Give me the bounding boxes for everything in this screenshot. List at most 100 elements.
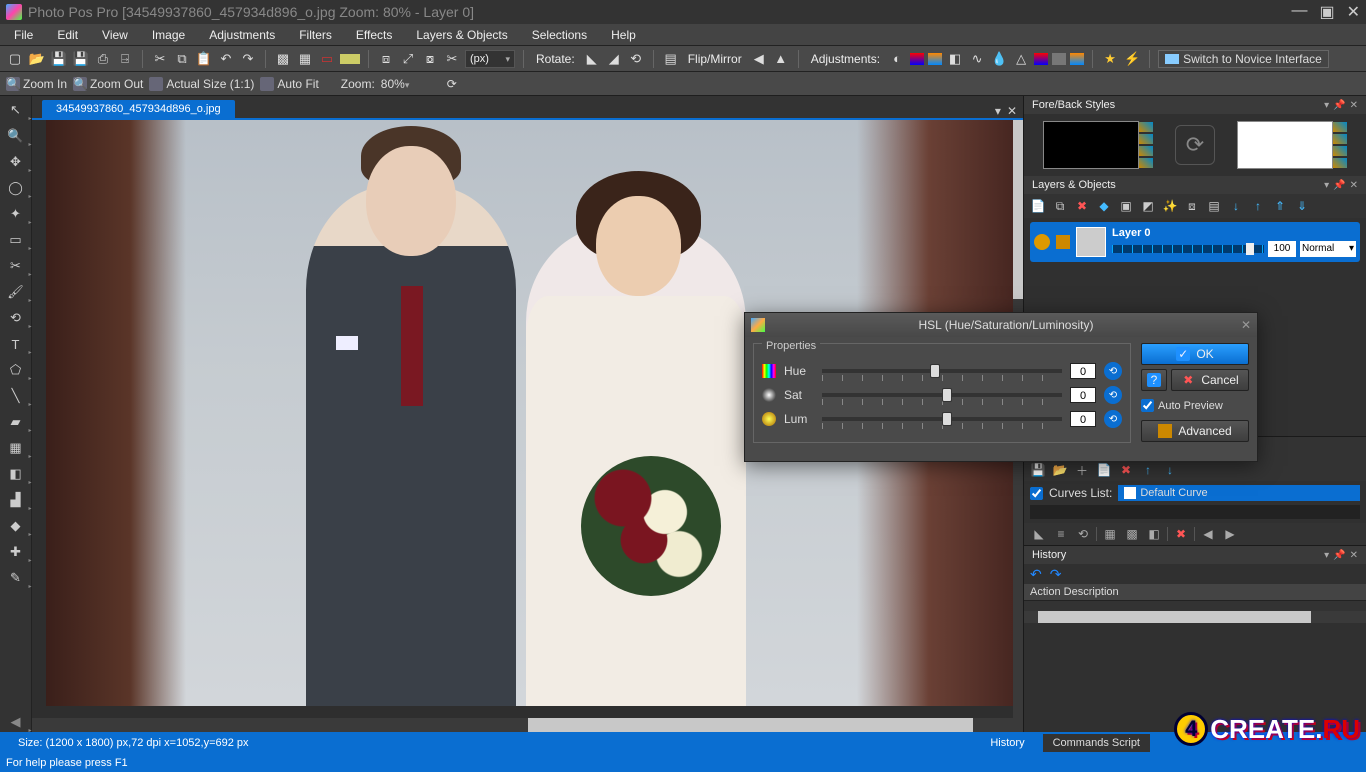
curves-icon[interactable]: ∿ (968, 50, 986, 68)
novice-button[interactable]: Switch to Novice Interface (1158, 50, 1329, 68)
rotate-right-icon[interactable]: ◢ (605, 50, 623, 68)
curve-tool4-icon[interactable]: ▦ (1101, 525, 1119, 543)
flip-v-icon[interactable]: ▲ (772, 50, 790, 68)
fill-tool-icon[interactable]: ▰ (6, 412, 26, 432)
history-h-scrollbar[interactable] (1024, 611, 1366, 623)
layer-up-icon[interactable]: ↑ (1250, 198, 1266, 214)
rotate-free-icon[interactable]: ⟲ (627, 50, 645, 68)
desaturate-icon[interactable] (1052, 53, 1066, 65)
status-history-tab[interactable]: History (980, 734, 1034, 752)
print-icon[interactable]: ⎙ (94, 50, 112, 68)
saveall-icon[interactable]: 💾 (72, 50, 90, 68)
curve-tool3-icon[interactable]: ⟲ (1074, 525, 1092, 543)
open-icon[interactable]: 📂 (28, 50, 46, 68)
flatten-icon[interactable]: ▤ (1206, 198, 1222, 214)
screenshot-icon[interactable]: ▩ (274, 50, 292, 68)
hsl-titlebar[interactable]: HSL (Hue/Saturation/Luminosity) ✕ (745, 313, 1257, 337)
menu-layers[interactable]: Layers & Objects (406, 26, 517, 44)
levels-icon[interactable]: ◧ (946, 50, 964, 68)
menu-image[interactable]: Image (142, 26, 195, 44)
layer-bottom-icon[interactable]: ⇓ (1294, 198, 1310, 214)
curve-reset-icon[interactable]: ✖ (1118, 462, 1134, 478)
gradient-map-icon[interactable] (1034, 53, 1048, 65)
move-tool-icon[interactable]: ✥ (6, 152, 26, 172)
hsl-close-icon[interactable]: ✕ (1241, 318, 1251, 332)
heal-tool-icon[interactable]: ✚ (6, 542, 26, 562)
layer-visibility-icon[interactable] (1034, 234, 1050, 250)
close-icon[interactable]: ✕ (1347, 2, 1360, 22)
foreground-swatch[interactable] (1043, 121, 1139, 169)
lum-reset-icon[interactable]: ⟲ (1104, 410, 1122, 428)
panel-close-icon[interactable]: ✕ (1350, 100, 1358, 111)
zoom-refresh-icon[interactable]: ⟳ (447, 77, 457, 91)
marquee-tool-icon[interactable]: ▭ (6, 230, 26, 250)
stamp-tool-icon[interactable]: ▟ (6, 490, 26, 510)
sharpen-icon[interactable]: △ (1012, 50, 1030, 68)
copy-icon[interactable]: ⧉ (173, 50, 191, 68)
lum-slider[interactable] (822, 417, 1062, 421)
blend-mode-dropdown[interactable]: Normal▾ (1300, 241, 1356, 257)
layer-props-icon[interactable]: ◆ (1096, 198, 1112, 214)
menu-view[interactable]: View (92, 26, 138, 44)
curve-tool1-icon[interactable]: ◣ (1030, 525, 1048, 543)
undo-icon[interactable]: ↶ (217, 50, 235, 68)
clone-tool-icon[interactable]: ⟲ (6, 308, 26, 328)
hue-reset-icon[interactable]: ⟲ (1104, 362, 1122, 380)
layer-down-icon[interactable]: ↓ (1228, 198, 1244, 214)
background-swatch[interactable] (1237, 121, 1333, 169)
hsl-cancel-button[interactable]: ✖Cancel (1171, 369, 1249, 391)
lum-value[interactable]: 0 (1070, 411, 1096, 427)
brightness-icon[interactable]: ◐ (888, 50, 906, 68)
duplicate-layer-icon[interactable]: ⧉ (1052, 198, 1068, 214)
bolt-icon[interactable]: ⚡ (1123, 50, 1141, 68)
sat-slider[interactable] (822, 393, 1062, 397)
flip-icon[interactable]: ▤ (662, 50, 680, 68)
zoom-dropdown[interactable]: 80% (381, 77, 441, 91)
text-tool-icon[interactable]: T (6, 334, 26, 354)
curve-add-icon[interactable]: ＋ (1074, 462, 1090, 478)
layer-top-icon[interactable]: ⇑ (1272, 198, 1288, 214)
auto-fit-button[interactable]: Auto Fit (260, 77, 318, 91)
menu-selections[interactable]: Selections (522, 26, 597, 44)
layer-lock-icon[interactable] (1056, 235, 1070, 249)
opacity-value[interactable]: 100 (1268, 241, 1296, 257)
canvas-resize-icon[interactable]: ⧇ (421, 50, 439, 68)
panel-pin-icon[interactable]: 📌 (1333, 100, 1345, 111)
menu-adjustments[interactable]: Adjustments (199, 26, 285, 44)
smudge-tool-icon[interactable]: ◆ (6, 516, 26, 536)
tab-close-icon[interactable]: ✕ (1007, 104, 1017, 118)
opacity-slider[interactable] (1112, 245, 1264, 253)
unit-dropdown[interactable]: (px) (465, 50, 515, 68)
flip-h-icon[interactable]: ◀ (750, 50, 768, 68)
brush-tool-icon[interactable]: 🖌 (6, 282, 26, 302)
resize-icon[interactable]: ⤢ (399, 50, 417, 68)
curve-tool6-icon[interactable]: ◧ (1145, 525, 1163, 543)
curve-del-icon[interactable]: 📄 (1096, 462, 1112, 478)
transform-icon[interactable]: ▭ (318, 50, 336, 68)
eraser-tool-icon[interactable]: ◧ (6, 464, 26, 484)
redo-history-icon[interactable]: ↷ (1050, 566, 1062, 583)
picker-tool-icon[interactable]: ✎ (6, 568, 26, 588)
hsl-ok-button[interactable]: ✓OK (1141, 343, 1249, 365)
panel-menu-icon[interactable]: ▾ (1324, 100, 1329, 111)
grid-icon[interactable]: ▦ (296, 50, 314, 68)
minimize-icon[interactable]: — (1291, 2, 1307, 22)
hsl-autopreview-checkbox[interactable]: Auto Preview (1141, 399, 1249, 412)
color-balance-icon[interactable] (928, 53, 942, 65)
crop-icon[interactable]: ⧈ (377, 50, 395, 68)
menu-filters[interactable]: Filters (289, 26, 342, 44)
merge-down-icon[interactable]: ⧈ (1184, 198, 1200, 214)
magnify-tool-icon[interactable]: 🔍 (6, 126, 26, 146)
lasso-tool-icon[interactable]: ◯ (6, 178, 26, 198)
menu-edit[interactable]: Edit (47, 26, 88, 44)
curve-tool9-icon[interactable]: ▶ (1221, 525, 1239, 543)
pointer-tool-icon[interactable]: ↖ (6, 100, 26, 120)
layer-fx-icon[interactable]: ✨ (1162, 198, 1178, 214)
curve-tool5-icon[interactable]: ▩ (1123, 525, 1141, 543)
hsl-advanced-button[interactable]: Advanced (1141, 420, 1249, 442)
crop-tool-icon[interactable]: ✂ (6, 256, 26, 276)
redo-icon[interactable]: ↷ (239, 50, 257, 68)
hsl-icon[interactable] (910, 53, 924, 65)
drop-icon[interactable]: 💧 (990, 50, 1008, 68)
scan-icon[interactable]: ⍈ (116, 50, 134, 68)
